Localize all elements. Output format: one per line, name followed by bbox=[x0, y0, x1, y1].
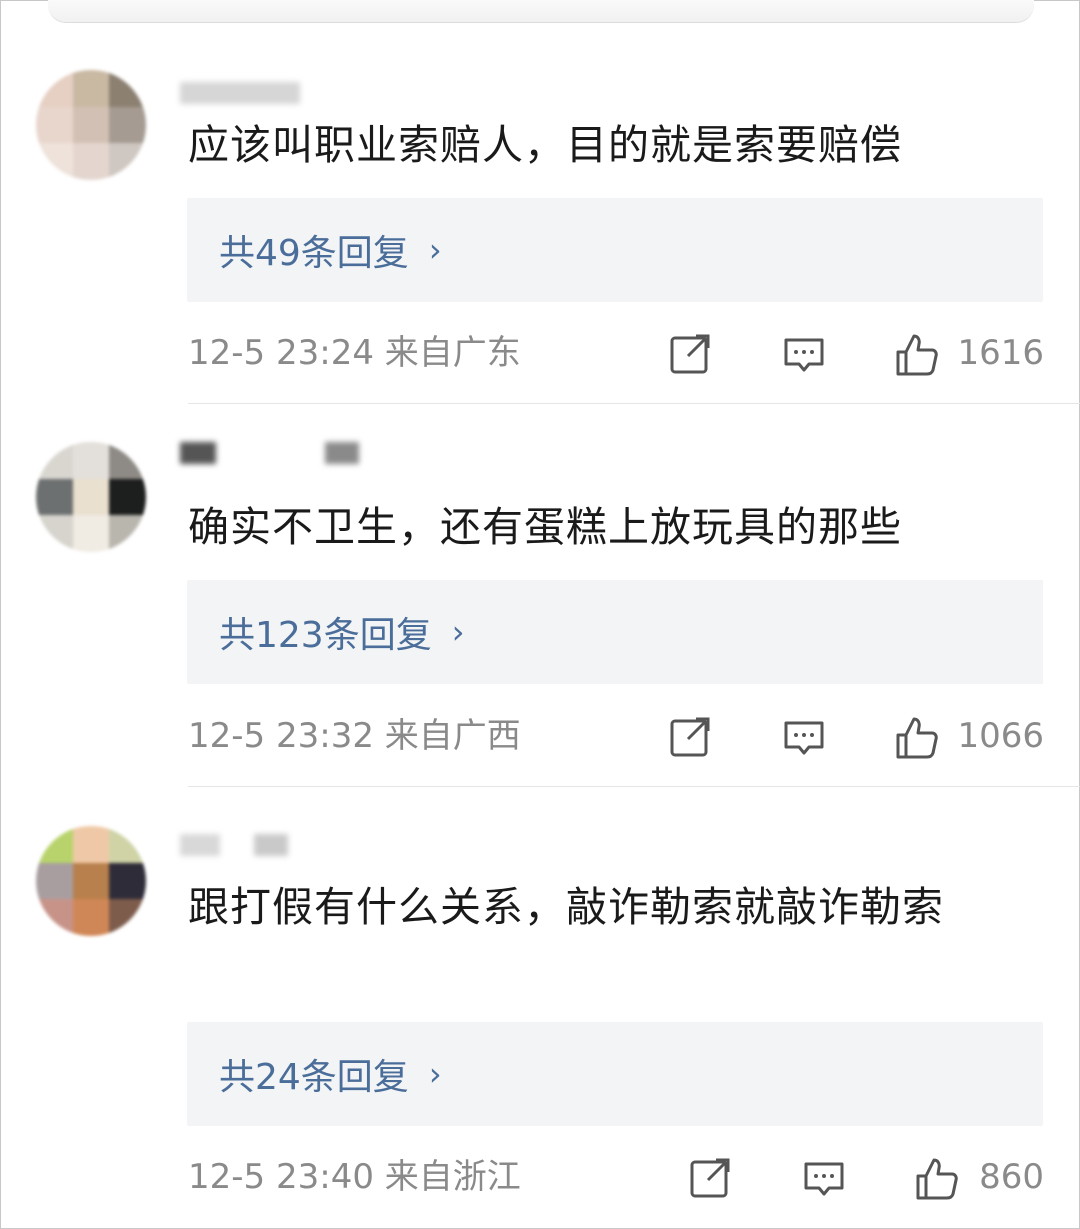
avatar-pixel bbox=[109, 106, 146, 144]
comment-meta: 12-5 23:40 来自浙江 860 bbox=[188, 1152, 1044, 1202]
like-count: 860 bbox=[979, 1157, 1044, 1197]
avatar[interactable] bbox=[36, 70, 146, 180]
avatar-pixel bbox=[72, 899, 110, 936]
comment-text: 应该叫职业索赔人，目的就是索要赔偿 bbox=[188, 121, 902, 169]
comment-icon[interactable] bbox=[802, 1156, 846, 1200]
replies-link[interactable]: 共24条回复 › bbox=[187, 1022, 1043, 1126]
chevron-right-icon: › bbox=[428, 1055, 442, 1093]
timestamp-location: 12-5 23:32 来自广西 bbox=[188, 716, 521, 756]
replies-label: 共24条回复 bbox=[219, 1057, 409, 1098]
like-count: 1616 bbox=[957, 333, 1044, 373]
chevron-right-icon: › bbox=[428, 231, 442, 269]
chevron-right-icon: › bbox=[451, 613, 465, 651]
avatar-pixel bbox=[36, 478, 73, 516]
timestamp-location: 12-5 23:24 来自广东 bbox=[188, 333, 521, 373]
like-icon[interactable] bbox=[894, 715, 938, 759]
replies-link[interactable]: 共123条回复 › bbox=[187, 580, 1043, 684]
divider bbox=[188, 786, 1080, 787]
avatar-pixel bbox=[72, 515, 110, 552]
divider bbox=[188, 403, 1080, 404]
comment-icon[interactable] bbox=[782, 715, 826, 759]
avatar-pixel bbox=[72, 862, 110, 900]
avatar[interactable] bbox=[36, 826, 146, 936]
comment-text: 确实不卫生，还有蛋糕上放玩具的那些 bbox=[188, 503, 902, 551]
avatar-pixel bbox=[72, 70, 110, 107]
avatar[interactable] bbox=[36, 442, 146, 552]
like-icon[interactable] bbox=[894, 332, 938, 376]
share-icon[interactable] bbox=[668, 332, 712, 376]
comment-meta: 12-5 23:24 来自广东 1616 bbox=[188, 328, 1044, 378]
avatar-pixel bbox=[72, 106, 110, 144]
username[interactable] bbox=[180, 438, 420, 468]
comment-text: 跟打假有什么关系，敲诈勒索就敲诈勒索 bbox=[188, 883, 944, 931]
avatar-pixel bbox=[36, 106, 73, 144]
avatar-pixel bbox=[72, 826, 110, 863]
avatar-pixel bbox=[72, 478, 110, 516]
replies-link[interactable]: 共49条回复 › bbox=[187, 198, 1043, 302]
timestamp-location: 12-5 23:40 来自浙江 bbox=[188, 1157, 521, 1197]
comment-icon[interactable] bbox=[782, 332, 826, 376]
share-icon[interactable] bbox=[668, 715, 712, 759]
avatar-pixel bbox=[72, 442, 110, 479]
like-icon[interactable] bbox=[914, 1156, 958, 1200]
replies-label: 共123条回复 bbox=[219, 615, 432, 656]
avatar-pixel bbox=[36, 862, 73, 900]
previous-card-edge bbox=[48, 0, 1034, 23]
replies-label: 共49条回复 bbox=[219, 233, 409, 274]
username[interactable] bbox=[180, 830, 420, 860]
username[interactable] bbox=[180, 78, 420, 108]
avatar-pixel bbox=[72, 143, 110, 180]
like-count: 1066 bbox=[957, 716, 1044, 756]
share-icon[interactable] bbox=[688, 1156, 732, 1200]
comment-meta: 12-5 23:32 来自广西 1066 bbox=[188, 711, 1044, 761]
avatar-pixel bbox=[109, 862, 146, 900]
avatar-pixel bbox=[109, 478, 146, 516]
